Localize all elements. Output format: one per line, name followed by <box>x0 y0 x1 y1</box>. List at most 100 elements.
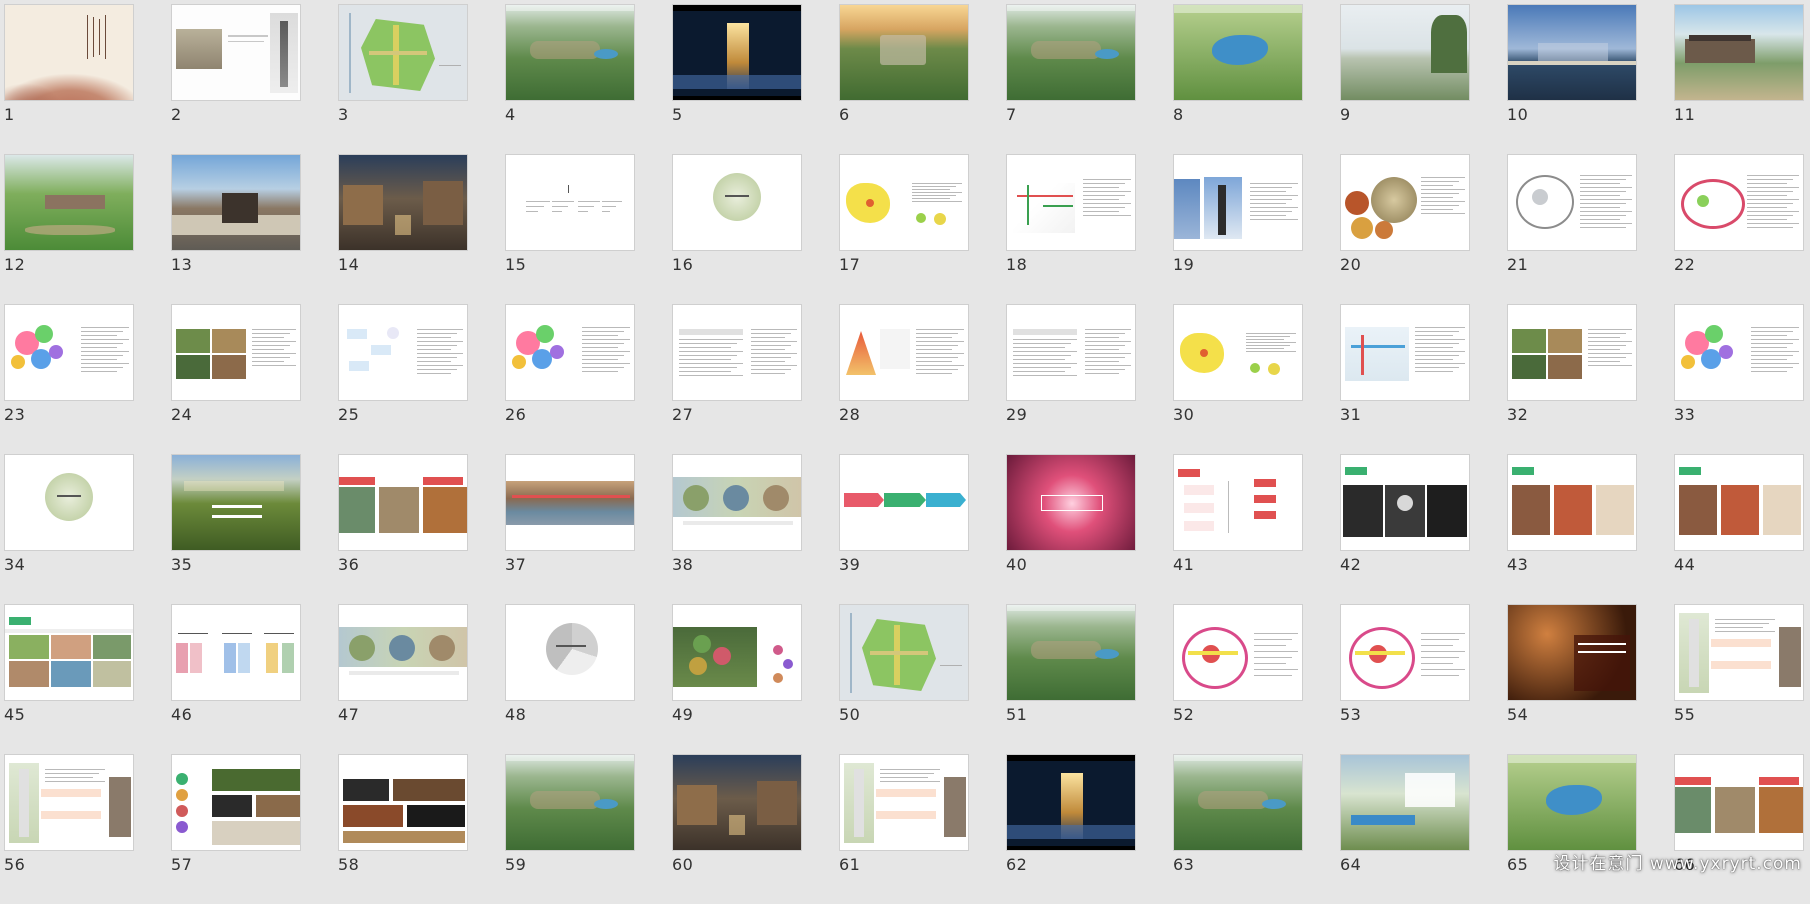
slide-thumbnail[interactable] <box>1340 754 1470 851</box>
slide-item[interactable]: 13 <box>171 154 338 304</box>
slide-item[interactable]: 35 <box>171 454 338 604</box>
slide-item[interactable]: 33 <box>1674 304 1810 454</box>
slide-thumbnail[interactable] <box>4 154 134 251</box>
slide-item[interactable]: 30 <box>1173 304 1340 454</box>
slide-thumbnail[interactable] <box>672 4 802 101</box>
slide-item[interactable]: 52 <box>1173 604 1340 754</box>
slide-thumbnail[interactable] <box>171 754 301 851</box>
slide-item[interactable]: 7 <box>1006 4 1173 154</box>
slide-item[interactable]: 54 <box>1507 604 1674 754</box>
slide-thumbnail[interactable] <box>505 304 635 401</box>
slide-item[interactable]: 1 <box>4 4 171 154</box>
slide-item[interactable]: 6 <box>839 4 1006 154</box>
slide-thumbnail[interactable] <box>1006 304 1136 401</box>
slide-thumbnail[interactable] <box>1674 4 1804 101</box>
slide-thumbnail[interactable] <box>171 304 301 401</box>
slide-thumbnail[interactable] <box>1173 604 1303 701</box>
slide-item[interactable]: 65 <box>1507 754 1674 904</box>
slide-item[interactable]: 62 <box>1006 754 1173 904</box>
slide-thumbnail[interactable] <box>1674 754 1804 851</box>
slide-thumbnail[interactable] <box>1674 154 1804 251</box>
slide-thumbnail[interactable] <box>839 754 969 851</box>
slide-item[interactable]: 24 <box>171 304 338 454</box>
slide-thumbnail[interactable] <box>839 4 969 101</box>
slide-item[interactable]: 16 <box>672 154 839 304</box>
slide-thumbnail[interactable] <box>672 304 802 401</box>
slide-thumbnail[interactable] <box>1006 604 1136 701</box>
slide-item[interactable]: 44 <box>1674 454 1810 604</box>
slide-thumbnail[interactable] <box>505 454 635 551</box>
slide-item[interactable]: 39 <box>839 454 1006 604</box>
slide-thumbnail[interactable] <box>505 4 635 101</box>
slide-item[interactable]: 10 <box>1507 4 1674 154</box>
slide-item[interactable]: 58 <box>338 754 505 904</box>
slide-thumbnail[interactable] <box>505 604 635 701</box>
slide-item[interactable]: 29 <box>1006 304 1173 454</box>
slide-item[interactable]: 49 <box>672 604 839 754</box>
slide-thumbnail[interactable] <box>1006 4 1136 101</box>
slide-item[interactable]: 19 <box>1173 154 1340 304</box>
slide-item[interactable]: 56 <box>4 754 171 904</box>
slide-thumbnail[interactable] <box>1340 454 1470 551</box>
slide-thumbnail[interactable] <box>1507 304 1637 401</box>
slide-item[interactable]: 37 <box>505 454 672 604</box>
slide-thumbnail[interactable] <box>1340 304 1470 401</box>
slide-thumbnail[interactable] <box>1340 154 1470 251</box>
slide-item[interactable]: 40 <box>1006 454 1173 604</box>
slide-item[interactable]: 43 <box>1507 454 1674 604</box>
slide-thumbnail[interactable] <box>839 154 969 251</box>
slide-item[interactable]: 14 <box>338 154 505 304</box>
slide-thumbnail[interactable] <box>1340 604 1470 701</box>
slide-thumbnail[interactable] <box>672 604 802 701</box>
slide-item[interactable]: 34 <box>4 454 171 604</box>
slide-thumbnail[interactable] <box>1173 304 1303 401</box>
slide-item[interactable]: 50 <box>839 604 1006 754</box>
slide-thumbnail[interactable] <box>839 604 969 701</box>
slide-thumbnail[interactable] <box>338 454 468 551</box>
slide-item[interactable]: 48 <box>505 604 672 754</box>
slide-thumbnail[interactable] <box>1173 754 1303 851</box>
slide-thumbnail[interactable] <box>1006 154 1136 251</box>
slide-item[interactable]: 59 <box>505 754 672 904</box>
slide-item[interactable]: 42 <box>1340 454 1507 604</box>
slide-thumbnail[interactable] <box>171 154 301 251</box>
slide-thumbnail[interactable] <box>338 604 468 701</box>
slide-thumbnail[interactable] <box>338 4 468 101</box>
slide-item[interactable]: 5 <box>672 4 839 154</box>
slide-thumbnail[interactable] <box>839 454 969 551</box>
slide-item[interactable]: 3 <box>338 4 505 154</box>
slide-thumbnail[interactable] <box>839 304 969 401</box>
slide-item[interactable]: 18 <box>1006 154 1173 304</box>
slide-item[interactable]: 20 <box>1340 154 1507 304</box>
slide-thumbnail[interactable] <box>4 604 134 701</box>
slide-thumbnail[interactable] <box>1507 154 1637 251</box>
slide-item[interactable]: 26 <box>505 304 672 454</box>
slide-thumbnail[interactable] <box>4 4 134 101</box>
slide-item[interactable]: 66 <box>1674 754 1810 904</box>
slide-item[interactable]: 45 <box>4 604 171 754</box>
slide-thumbnail[interactable] <box>171 4 301 101</box>
slide-thumbnail[interactable] <box>1006 754 1136 851</box>
slide-thumbnail[interactable] <box>672 454 802 551</box>
slide-thumbnail[interactable] <box>4 454 134 551</box>
slide-item[interactable]: 11 <box>1674 4 1810 154</box>
slide-item[interactable]: 53 <box>1340 604 1507 754</box>
slide-item[interactable]: 15 <box>505 154 672 304</box>
slide-item[interactable]: 9 <box>1340 4 1507 154</box>
slide-item[interactable]: 17 <box>839 154 1006 304</box>
slide-item[interactable]: 27 <box>672 304 839 454</box>
slide-thumbnail[interactable] <box>1674 454 1804 551</box>
slide-item[interactable]: 25 <box>338 304 505 454</box>
slide-item[interactable]: 32 <box>1507 304 1674 454</box>
slide-thumbnail[interactable] <box>1507 754 1637 851</box>
slide-thumbnail[interactable] <box>171 454 301 551</box>
slide-item[interactable]: 12 <box>4 154 171 304</box>
slide-item[interactable]: 38 <box>672 454 839 604</box>
slide-thumbnail[interactable] <box>505 754 635 851</box>
slide-thumbnail[interactable] <box>1340 4 1470 101</box>
slide-item[interactable]: 64 <box>1340 754 1507 904</box>
slide-thumbnail[interactable] <box>1006 454 1136 551</box>
slide-item[interactable]: 61 <box>839 754 1006 904</box>
slide-thumbnail[interactable] <box>171 604 301 701</box>
slide-thumbnail[interactable] <box>1507 4 1637 101</box>
